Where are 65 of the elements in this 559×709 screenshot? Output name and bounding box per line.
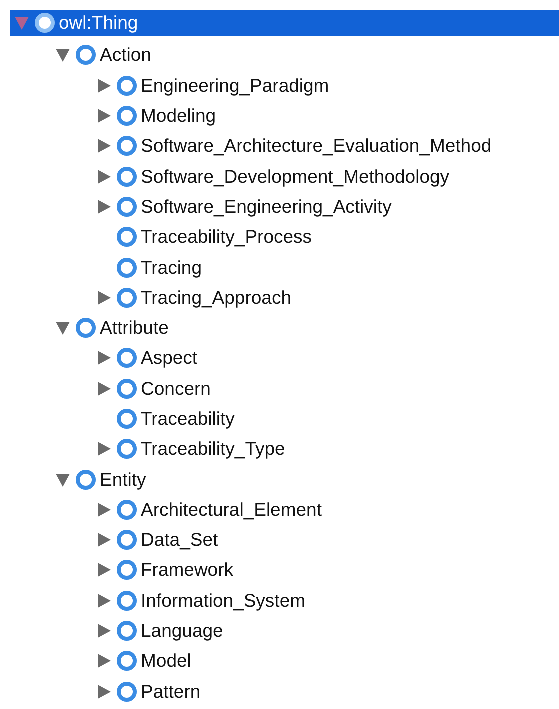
collapsed-triangle-icon[interactable] xyxy=(96,168,112,185)
class-circle-icon xyxy=(116,135,138,158)
class-label[interactable]: Data_Set xyxy=(141,529,218,552)
collapsed-triangle-icon[interactable] xyxy=(96,684,112,700)
class-label[interactable]: Information_System xyxy=(141,590,306,612)
class-circle-icon xyxy=(116,529,138,552)
class-label[interactable]: Software_Engineering_Activity xyxy=(141,196,392,218)
class-circle-icon xyxy=(116,559,138,582)
collapsed-triangle-icon[interactable] xyxy=(96,562,112,578)
class-label[interactable]: Traceability_Process xyxy=(141,226,312,248)
class-label[interactable]: Traceability xyxy=(141,408,235,430)
class-circle-icon xyxy=(116,378,138,400)
expanded-triangle-icon[interactable] xyxy=(55,320,71,336)
class-label[interactable]: Software_Development_Methodology xyxy=(141,166,450,188)
class-label[interactable]: Concern xyxy=(141,378,211,400)
class-label[interactable]: Pattern xyxy=(141,680,201,703)
class-label[interactable]: Action xyxy=(100,44,152,66)
class-circle-icon xyxy=(116,286,138,309)
class-circle-icon xyxy=(116,498,138,521)
class-circle-icon xyxy=(116,256,138,279)
expanded-triangle-icon[interactable] xyxy=(55,472,71,488)
collapsed-triangle-icon[interactable] xyxy=(96,532,112,548)
class-circle-icon xyxy=(116,650,138,672)
class-label[interactable]: Attribute xyxy=(100,317,169,340)
collapsed-triangle-icon[interactable] xyxy=(96,623,112,640)
collapsed-triangle-icon[interactable] xyxy=(96,592,112,609)
collapsed-triangle-icon[interactable] xyxy=(96,138,112,154)
class-label[interactable]: Traceability_Type xyxy=(141,438,286,460)
class-circle-icon xyxy=(116,166,138,188)
collapsed-triangle-icon[interactable] xyxy=(96,198,112,215)
class-label[interactable]: owl:Thing xyxy=(59,12,138,34)
class-circle-icon xyxy=(116,196,138,218)
collapsed-triangle-icon[interactable] xyxy=(96,380,112,397)
class-label[interactable]: Language xyxy=(141,620,224,642)
collapsed-triangle-icon[interactable] xyxy=(96,108,112,124)
collapsed-triangle-icon[interactable] xyxy=(96,653,112,670)
collapsed-triangle-icon[interactable] xyxy=(96,441,112,458)
class-circle-icon xyxy=(116,408,138,430)
class-circle-icon xyxy=(116,680,138,703)
class-circle-icon xyxy=(75,468,97,491)
class-circle-icon xyxy=(116,590,138,612)
collapsed-triangle-icon[interactable] xyxy=(96,502,112,518)
class-circle-icon xyxy=(116,438,138,460)
class-circle-icon xyxy=(75,44,97,66)
class-circle-icon xyxy=(116,347,138,370)
class-circle-icon xyxy=(116,74,138,97)
class-label[interactable]: Tracing_Approach xyxy=(141,286,292,309)
class-label[interactable]: Software_Architecture_Evaluation_Method xyxy=(141,135,492,158)
class-circle-icon xyxy=(116,620,138,642)
class-circle-icon xyxy=(116,105,138,128)
class-circle-icon xyxy=(116,226,138,248)
class-label[interactable]: Model xyxy=(141,650,192,672)
class-label[interactable]: Architectural_Element xyxy=(141,498,322,521)
collapsed-triangle-icon[interactable] xyxy=(96,290,112,306)
expanded-triangle-icon[interactable] xyxy=(55,47,71,64)
class-label[interactable]: Entity xyxy=(100,468,146,491)
class-label[interactable]: Framework xyxy=(141,559,234,582)
class-circle-icon xyxy=(34,12,56,34)
collapsed-triangle-icon[interactable] xyxy=(96,78,112,94)
class-label[interactable]: Aspect xyxy=(141,347,198,370)
class-label[interactable]: Engineering_Paradigm xyxy=(141,74,330,97)
collapsed-triangle-icon[interactable] xyxy=(96,350,112,366)
class-label[interactable]: Tracing xyxy=(141,256,202,279)
class-circle-icon xyxy=(75,317,97,340)
class-label[interactable]: Modeling xyxy=(141,105,216,128)
